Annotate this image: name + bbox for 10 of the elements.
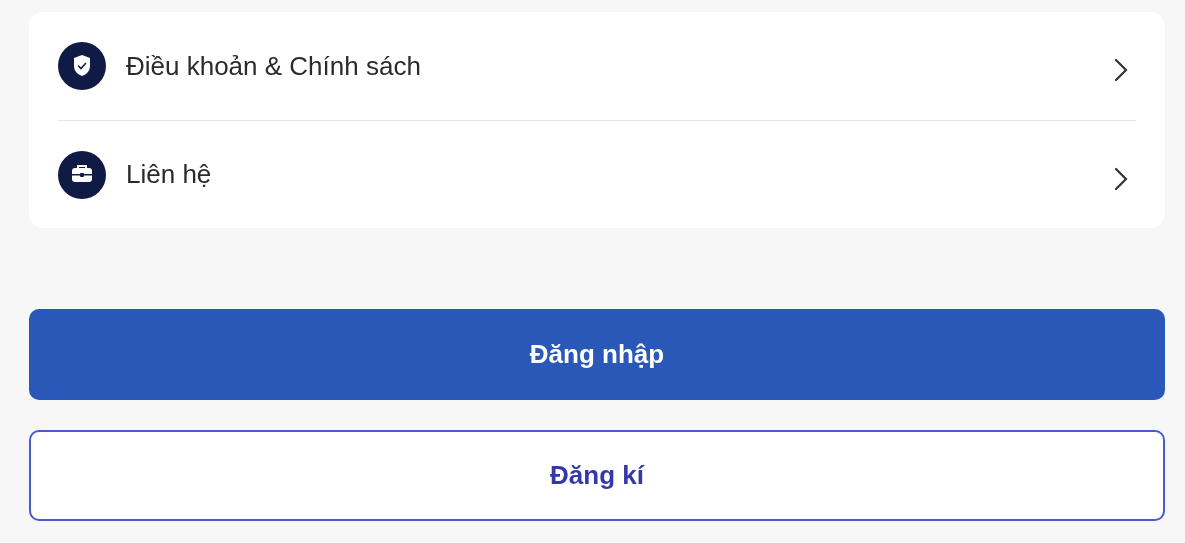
chevron-right-icon	[1114, 58, 1128, 82]
briefcase-icon	[58, 150, 106, 199]
chevron-right-icon	[1114, 166, 1128, 191]
menu-item-label: Liên hệ	[126, 158, 213, 191]
shield-icon	[58, 42, 106, 90]
login-button[interactable]: Đăng nhập	[29, 309, 1165, 400]
menu-item[interactable]: Liên hệ	[58, 120, 1136, 228]
menu-item[interactable]: Điều khoản & Chính sách	[58, 12, 1136, 120]
menu-item-label: Điều khoản & Chính sách	[126, 49, 422, 83]
register-button[interactable]: Đăng kí	[29, 430, 1165, 521]
